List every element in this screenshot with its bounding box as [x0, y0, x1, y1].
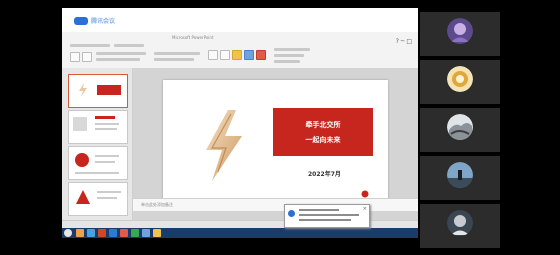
shape-outline-icon[interactable]	[256, 50, 266, 60]
participant-tile[interactable]	[420, 108, 500, 152]
paste-icon[interactable]	[70, 52, 80, 62]
title-banner: 牵手北交所 一起向未来	[273, 108, 373, 156]
current-slide[interactable]: 牵手北交所 一起向未来 2022年7月	[163, 80, 388, 206]
editing-row	[274, 54, 304, 57]
meeting-logo: 腾讯会议	[74, 16, 115, 26]
arrange-icon[interactable]	[220, 50, 230, 60]
lightning-bolt-graphic	[206, 110, 242, 181]
participant-tile[interactable]	[420, 204, 500, 248]
powerpoint-icon[interactable]	[98, 229, 106, 237]
slide-thumbnail[interactable]	[68, 74, 128, 108]
ribbon-tab-row	[70, 44, 110, 47]
font-row	[96, 52, 146, 55]
thumb-pyramid	[76, 190, 90, 204]
folder-icon[interactable]	[153, 229, 161, 237]
thumb-emblem	[75, 153, 89, 167]
participant-panel	[418, 8, 502, 248]
shape-fill-icon[interactable]	[244, 50, 254, 60]
thumb-shape	[73, 117, 87, 131]
thumb-red-box	[97, 85, 121, 95]
popup-text-line	[299, 209, 339, 211]
slide-thumbnail[interactable]	[68, 146, 128, 180]
meeting-app-icon[interactable]	[142, 229, 150, 237]
editing-row	[274, 60, 300, 63]
thumb-text-line	[75, 172, 119, 174]
editing-row	[274, 48, 310, 51]
slide-thumbnail[interactable]	[68, 110, 128, 144]
window-controls[interactable]: ? ─ □	[396, 38, 412, 45]
thumb-text-line	[95, 123, 119, 125]
left-letterbox	[0, 0, 62, 255]
thumb-text-line	[97, 191, 121, 193]
word-icon[interactable]	[109, 229, 117, 237]
participant-tile[interactable]	[420, 12, 500, 56]
explorer-icon[interactable]	[76, 229, 84, 237]
app-icon[interactable]	[120, 229, 128, 237]
ppt-ribbon: Microsoft PowerPoint ? ─ □	[62, 32, 418, 69]
thumb-text-line	[97, 197, 117, 199]
browser-icon[interactable]	[87, 229, 95, 237]
shapes-icon[interactable]	[208, 50, 218, 60]
thumb-text-line	[95, 128, 117, 130]
ribbon-tab-row	[114, 44, 144, 47]
notes-pane[interactable]: 单击此处添加备注	[133, 198, 418, 211]
popup-text-line	[299, 219, 351, 221]
windows-taskbar	[62, 228, 418, 238]
slide-date: 2022年7月	[308, 171, 341, 178]
right-letterbox	[502, 0, 560, 255]
thumb-heading	[95, 116, 115, 119]
start-icon[interactable]	[64, 229, 72, 237]
quick-styles-icon[interactable]	[232, 50, 242, 60]
participant-avatar	[447, 66, 473, 92]
popup-text-line	[299, 214, 359, 216]
lightning-thumb-icon	[79, 83, 87, 97]
notification-popup[interactable]: ×	[284, 204, 370, 228]
slide-title-line1: 牵手北交所	[305, 121, 341, 129]
close-icon[interactable]: ×	[363, 206, 367, 212]
ppt-window-title: Microsoft PowerPoint	[172, 35, 214, 40]
new-slide-icon[interactable]	[82, 52, 92, 62]
notes-placeholder: 单击此处添加备注	[141, 202, 173, 207]
thumb-text-line	[95, 161, 115, 163]
participant-avatar	[447, 18, 473, 44]
info-icon	[288, 210, 295, 217]
paragraph-row	[154, 52, 200, 55]
thumb-text-line	[95, 155, 119, 157]
participant-avatar	[447, 210, 473, 236]
slide-thumbnail[interactable]	[68, 182, 128, 216]
paragraph-format-row	[154, 58, 194, 61]
slide-title-line2: 一起向未来	[305, 136, 341, 144]
participant-tile[interactable]	[420, 60, 500, 104]
font-format-row	[96, 58, 140, 61]
participant-avatar	[447, 162, 473, 188]
meeting-logo-icon	[74, 16, 88, 25]
participant-tile[interactable]	[420, 156, 500, 200]
wechat-icon[interactable]	[131, 229, 139, 237]
shared-screen: 腾讯会议 Microsoft PowerPoint ? ─ □ 牵手北交所 一起…	[62, 8, 418, 238]
participant-avatar	[447, 114, 473, 140]
slide-thumbnail-pane	[62, 68, 133, 220]
meeting-logo-text: 腾讯会议	[91, 18, 116, 25]
